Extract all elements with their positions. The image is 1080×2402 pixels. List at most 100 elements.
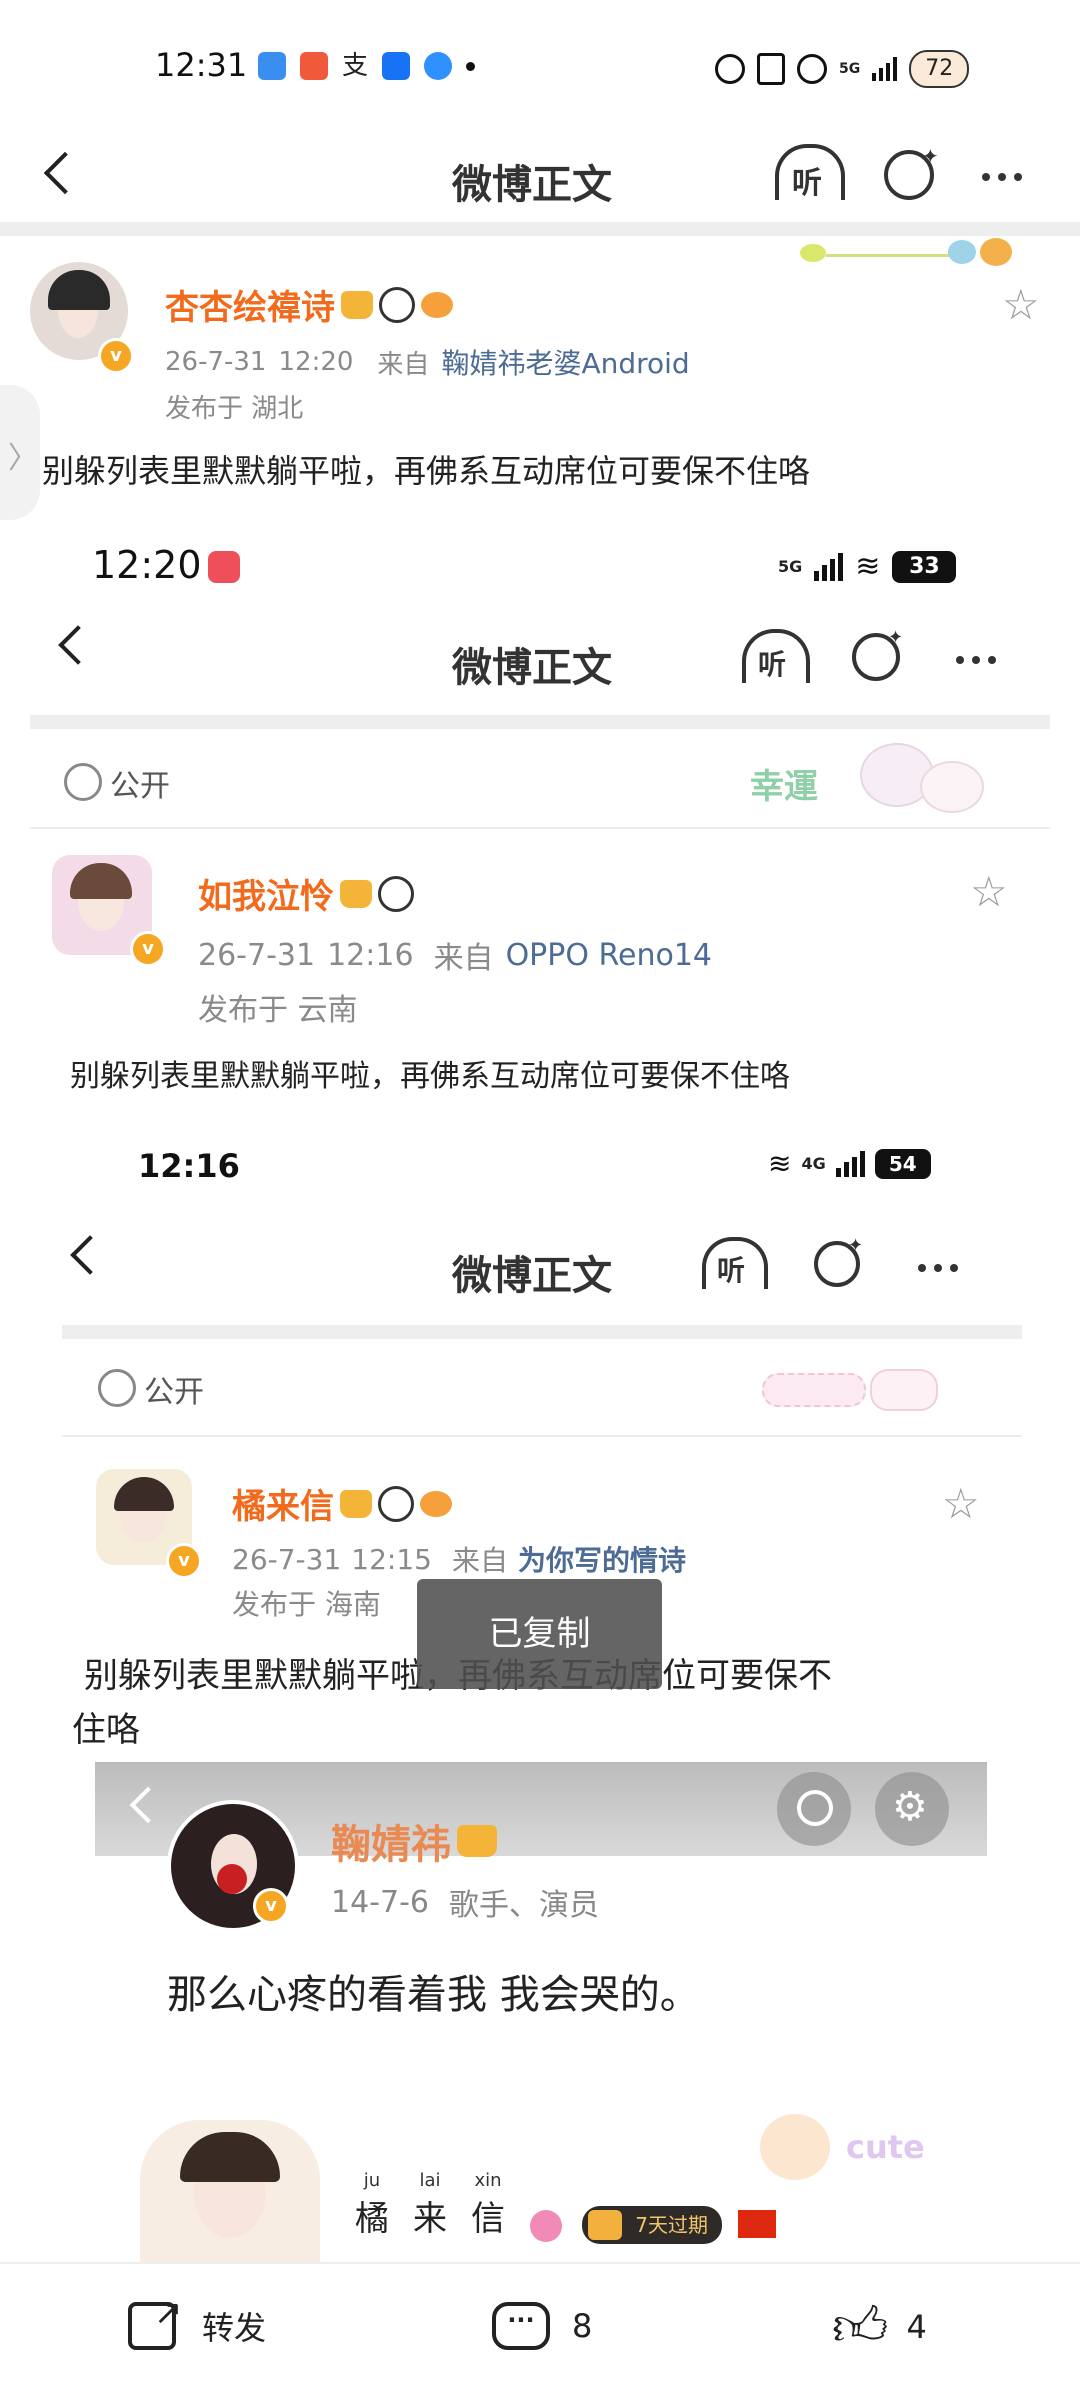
app-icon <box>300 52 328 80</box>
battery-level: 54 <box>888 1151 917 1176</box>
chevron-right-icon: 〉 <box>8 441 38 476</box>
fish-icon <box>421 291 453 318</box>
username[interactable]: 如我泣怜 <box>198 869 334 918</box>
more-icon <box>956 656 964 664</box>
user-banner: ju 橘 lai 来 xin 信 7天过期 cute <box>120 2100 1020 2265</box>
from-label: 来自 <box>433 941 494 976</box>
back-button[interactable] <box>52 615 102 675</box>
search-button[interactable]: ✦ <box>850 627 910 689</box>
battery-icon: 54 <box>874 1148 931 1179</box>
fish-icon <box>420 1490 452 1517</box>
row-divider <box>30 827 1050 829</box>
back-button[interactable] <box>38 142 88 202</box>
post-location: 发布于 湖北 <box>165 394 304 424</box>
gear-icon: ⚙ <box>892 1784 928 1830</box>
back-icon <box>70 1235 110 1275</box>
vip-crown-icon <box>340 1489 372 1518</box>
name-char: 信 <box>471 2199 505 2239</box>
settings-button[interactable]: ⚙ <box>875 1772 949 1846</box>
search-button[interactable]: ✦ <box>882 144 942 206</box>
page-title: 微博正文 <box>452 1253 612 1299</box>
page-title: 微博正文 <box>452 645 612 691</box>
repost-button[interactable]: ↗ 转发 <box>128 2296 267 2350</box>
profile-role: 歌手、演员 <box>449 1888 599 1923</box>
app-icon <box>258 52 286 80</box>
status-time: 12:31 <box>155 46 248 84</box>
verified-badge: v <box>98 338 134 374</box>
more-icon <box>982 173 990 181</box>
hd-icon <box>797 54 827 84</box>
post-time: 12:15 <box>351 1542 432 1576</box>
system-icons: ≋ 4G 54 <box>768 1147 931 1180</box>
battery-level: 72 <box>925 56 954 81</box>
zhihu-icon <box>382 52 411 80</box>
globe-icon <box>98 1369 136 1407</box>
username[interactable]: 橘来信 <box>232 1479 334 1528</box>
post-date: 26-7-31 <box>198 937 316 973</box>
back-icon[interactable] <box>129 1786 167 1824</box>
copied-toast: 已复制 <box>417 1579 662 1689</box>
post-source[interactable]: 为你写的情诗 <box>518 1539 686 1579</box>
vip-crown-icon <box>341 290 373 319</box>
lucky-sticker: 幸運 <box>750 737 990 823</box>
search-icon <box>797 1790 833 1826</box>
cute-sticker: cute <box>760 2110 1000 2190</box>
listen-label: 听 <box>717 1254 746 1287</box>
post-text: 别躲列表里默默躺平啦，再佛系互动席位可要保不住咯 <box>42 452 811 490</box>
more-button[interactable] <box>914 1257 962 1276</box>
name-pinyin: lai <box>419 2170 441 2191</box>
more-button[interactable] <box>952 649 1000 668</box>
repost-label: 转发 <box>202 2309 267 2347</box>
notification-icons: 支 <box>258 52 476 80</box>
search-button[interactable]: ✦ <box>812 1235 872 1297</box>
post-location: 发布于 云南 <box>198 993 358 1028</box>
post-date: 26-7-31 <box>165 347 267 377</box>
favorite-star-icon[interactable]: ☆ <box>942 1479 980 1528</box>
post-source[interactable]: 鞠婧祎老婆Android <box>441 342 689 382</box>
listen-button[interactable]: 听 <box>742 629 812 689</box>
back-button[interactable] <box>62 1225 112 1285</box>
post-text: 别躲列表里默默躺平啦，再佛系互动席位可要保不住咯 <box>70 1059 790 1094</box>
name-char: 来 <box>413 2199 447 2239</box>
embedded-profile-screenshot: ⚙ v 鞠婧祎 14-7-6 歌手、演员 那么心疼的看着我 我会哭的。 <box>95 1762 987 2102</box>
username[interactable]: 杏杏绘禕诗 <box>165 280 335 329</box>
vip-expiry-badge: 7天过期 <box>582 2206 722 2244</box>
sparkle-icon: ✦ <box>888 627 904 648</box>
favorite-star-icon[interactable]: ☆ <box>1002 280 1040 329</box>
battery-icon: 72 <box>909 50 970 88</box>
search-button[interactable] <box>777 1772 851 1846</box>
vip-crown-icon <box>457 1825 497 1857</box>
globe-icon <box>64 763 102 801</box>
post-location: 发布于 海南 <box>232 1588 381 1621</box>
back-icon <box>43 151 87 195</box>
profile-bio: 那么心疼的看着我 我会哭的。 <box>167 1972 700 2018</box>
profile-meta: 14-7-6 <box>331 1884 429 1920</box>
verified-badge: v <box>166 1543 202 1579</box>
listen-label: 听 <box>792 166 822 201</box>
visibility-label: 公开 <box>144 1375 204 1410</box>
from-label: 来自 <box>451 1544 508 1577</box>
network-label: 5G <box>778 557 803 576</box>
listen-button[interactable]: 听 <box>775 144 845 204</box>
post-source[interactable]: OPPO Reno14 <box>506 938 712 973</box>
vip-crown-icon <box>340 879 372 908</box>
like-button[interactable]: 👍︎ 4 <box>832 2300 927 2354</box>
more-notifications-icon <box>466 62 476 71</box>
browser-icon <box>424 52 453 80</box>
status-time: 12:16 <box>138 1147 240 1185</box>
comment-button[interactable]: ··· 8 <box>492 2302 592 2350</box>
page-title: 微博正文 <box>452 162 612 208</box>
sparkle-icon: ✦ <box>848 1235 864 1256</box>
china-flag-icon <box>738 2210 776 2238</box>
post-date: 26-7-31 <box>232 1542 342 1576</box>
side-handle[interactable]: 〉 <box>0 385 40 520</box>
section-divider <box>62 1325 1022 1339</box>
favorite-star-icon[interactable]: ☆ <box>970 867 1008 916</box>
listen-button[interactable]: 听 <box>702 1237 772 1297</box>
bottom-toolbar: ↗ 转发 ··· 8 👍︎ 4 <box>0 2262 1080 2402</box>
status-time: 12:20 <box>92 543 202 587</box>
comment-count: 8 <box>572 2307 593 2345</box>
network-label: 4G <box>801 1154 826 1173</box>
system-icons: 5G 72 <box>715 50 970 88</box>
more-button[interactable] <box>978 166 1026 185</box>
